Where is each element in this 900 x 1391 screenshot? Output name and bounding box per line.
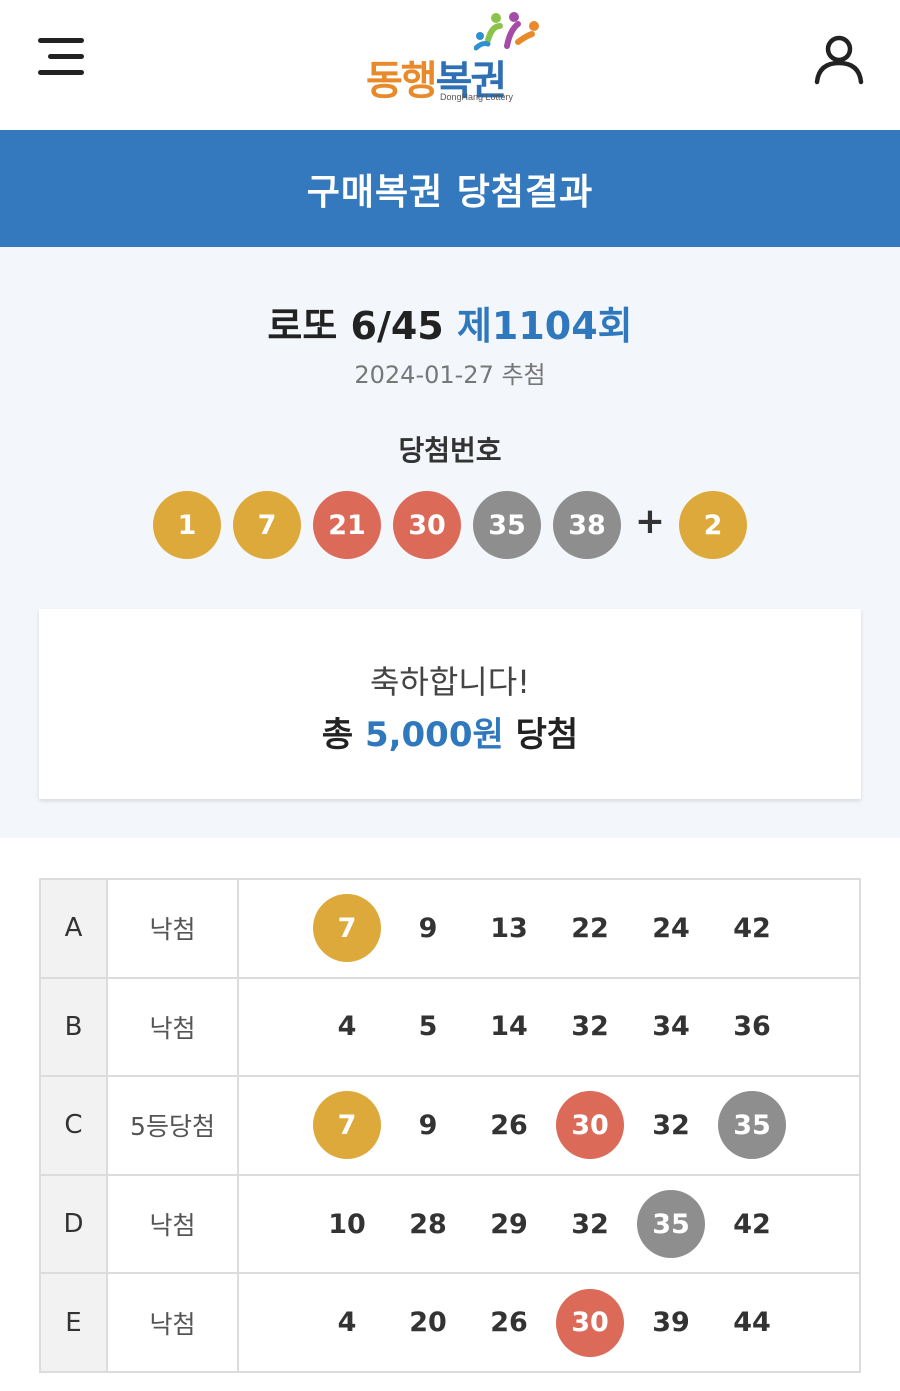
ticket-number: 5 xyxy=(418,1011,438,1043)
ticket-game-label: E xyxy=(39,1272,108,1373)
ticket-number-hit: 7 xyxy=(313,894,381,963)
ticket-number-hit: 30 xyxy=(556,1091,624,1160)
ticket-number: 10 xyxy=(328,1208,366,1240)
ticket-game-label: C xyxy=(39,1075,108,1176)
menu-line xyxy=(38,70,84,75)
ticket-number: 24 xyxy=(652,912,690,944)
top-header: 동행복권 DongHang Lottery xyxy=(0,0,900,130)
total-winnings: 총 5,000원 당첨 xyxy=(39,707,861,756)
winning-ball: 7 xyxy=(233,491,301,559)
ticket-result-status: 5등당첨 xyxy=(106,1075,239,1176)
bonus-ball: 2 xyxy=(679,491,747,559)
draw-result-section: 로또 6/45 제1104회 2024-01-27 추첨 당첨번호 1 7 21… xyxy=(0,247,900,838)
ticket-number-hit: 30 xyxy=(556,1288,624,1357)
winning-ball: 38 xyxy=(553,491,621,559)
menu-line xyxy=(38,38,84,43)
ticket-result-status: 낙첨 xyxy=(106,1173,239,1275)
ticket-number: 28 xyxy=(409,1208,447,1240)
ticket-number: 36 xyxy=(733,1011,771,1043)
ticket-number: 44 xyxy=(733,1307,771,1339)
ticket-number: 34 xyxy=(652,1011,690,1043)
ticket-number: 39 xyxy=(652,1307,690,1339)
winning-ball: 30 xyxy=(393,491,461,559)
ticket-number: 42 xyxy=(733,1208,771,1240)
congrats-message: 축하합니다! xyxy=(369,663,531,701)
ticket-game-label: A xyxy=(39,878,108,979)
ticket-row: E 낙첨 4 20 26 30 39 44 xyxy=(39,1272,861,1373)
ticket-result-status: 낙첨 xyxy=(106,976,239,1078)
ticket-number: 9 xyxy=(418,912,438,944)
winning-ball: 21 xyxy=(313,491,381,559)
ticket-number: 9 xyxy=(418,1109,438,1141)
logo-text-part1: 동행 xyxy=(366,58,438,104)
ticket-numbers: 4 5 14 32 34 36 xyxy=(237,976,861,1078)
ticket-game-label: B xyxy=(39,976,108,1078)
ticket-row: B 낙첨 4 5 14 32 34 36 xyxy=(39,976,861,1078)
ticket-game-label: D xyxy=(39,1173,108,1275)
ticket-row: D 낙첨 10 28 29 32 35 42 xyxy=(39,1173,861,1275)
ticket-number-hit: 7 xyxy=(313,1091,381,1160)
ticket-numbers: 7 9 13 22 24 42 xyxy=(237,878,861,979)
page-title-bar: 구매복권 당첨결과 xyxy=(0,130,900,247)
ticket-numbers: 4 20 26 30 39 44 xyxy=(237,1272,861,1373)
total-prefix: 총 xyxy=(321,715,354,755)
ticket-number: 29 xyxy=(490,1208,528,1240)
ticket-number: 32 xyxy=(571,1011,609,1043)
round-title: 로또 6/45 제1104회 xyxy=(0,295,900,350)
game-name: 로또 6/45 xyxy=(267,304,444,348)
ticket-number: 14 xyxy=(490,1011,528,1043)
purchased-tickets-table: A 낙첨 7 9 13 22 24 42 B 낙첨 4 5 14 32 34 36 C 5등당첨 7 9 26 30 32 3… xyxy=(39,878,861,1373)
round-number: 제1104회 xyxy=(456,304,633,348)
bonus-plus-sign: + xyxy=(634,501,666,542)
winning-numbers-label: 당첨번호 xyxy=(398,434,502,467)
donghang-logo[interactable]: 동행복권 DongHang Lottery xyxy=(362,12,542,108)
ticket-number: 13 xyxy=(490,912,528,944)
ticket-number: 4 xyxy=(337,1307,357,1339)
ticket-row: C 5등당첨 7 9 26 30 32 35 xyxy=(39,1075,861,1176)
page-title: 구매복권 당첨결과 xyxy=(306,171,594,213)
ticket-row: A 낙첨 7 9 13 22 24 42 xyxy=(39,878,861,979)
draw-date: 2024-01-27 추첨 xyxy=(354,361,546,389)
total-amount: 5,000원 xyxy=(364,715,504,755)
ticket-result-status: 낙첨 xyxy=(106,878,239,979)
ticket-result-status: 낙첨 xyxy=(106,1272,239,1373)
hamburger-menu-icon[interactable] xyxy=(38,38,86,78)
winning-ball: 1 xyxy=(153,491,221,559)
ticket-number-hit: 35 xyxy=(637,1190,705,1259)
ticket-number: 32 xyxy=(652,1109,690,1141)
ticket-number: 32 xyxy=(571,1208,609,1240)
total-suffix: 당첨 xyxy=(515,715,579,755)
winning-summary-card: 축하합니다! 총 5,000원 당첨 xyxy=(39,609,861,799)
ticket-number: 42 xyxy=(733,912,771,944)
ticket-number: 22 xyxy=(571,912,609,944)
winning-ball: 35 xyxy=(473,491,541,559)
ticket-number: 4 xyxy=(337,1011,357,1043)
menu-line xyxy=(48,54,84,59)
winning-numbers: 1 7 21 30 35 38 + 2 xyxy=(0,491,900,559)
ticket-number: 20 xyxy=(409,1307,447,1339)
ticket-number: 26 xyxy=(490,1109,528,1141)
logo-subtitle: DongHang Lottery xyxy=(440,92,514,102)
ticket-number-hit: 35 xyxy=(718,1091,786,1160)
ticket-numbers: 10 28 29 32 35 42 xyxy=(237,1173,861,1275)
ticket-numbers: 7 9 26 30 32 35 xyxy=(237,1075,861,1176)
user-icon[interactable] xyxy=(812,32,866,86)
ticket-number: 26 xyxy=(490,1307,528,1339)
